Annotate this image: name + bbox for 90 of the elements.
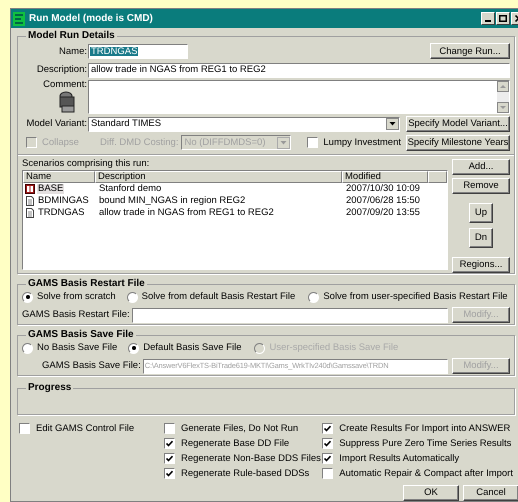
checkbox[interactable] (322, 423, 334, 434)
check-icon (324, 455, 332, 462)
up-button[interactable]: Up (469, 203, 493, 224)
description-field[interactable]: allow trade in NGAS from REG1 to REG2 (88, 62, 510, 78)
regions-button[interactable]: Regions... (452, 257, 510, 274)
checkbox[interactable] (164, 453, 175, 464)
checkbox[interactable] (307, 137, 318, 148)
field-label: GAMS Basis Save File: (41, 361, 141, 371)
check-icon (324, 440, 332, 447)
radio-label: Solve from scratch (37, 292, 116, 302)
table-cell-text: Stanford demo (98, 184, 162, 194)
group-title: Progress (26, 383, 74, 393)
field-label: Model Variant: (25, 119, 88, 129)
change-run-button[interactable]: Change Run... (430, 43, 510, 60)
cancel-button[interactable]: Cancel (463, 485, 518, 501)
table-cell-text: bound MIN_NGAS in region REG2 (98, 196, 246, 206)
down-button[interactable]: Dn (469, 228, 493, 248)
name-field[interactable]: TRDNGAS (88, 44, 188, 59)
checkbox-label: Import Results Automatically (339, 454, 460, 464)
checkbox-label: Collapse (42, 138, 79, 148)
file-path-field[interactable] (132, 308, 448, 322)
scrollbar[interactable] (497, 81, 509, 113)
document-icon (25, 196, 35, 206)
table-cell[interactable]: BASE (37, 184, 64, 194)
group-title: GAMS Basis Save File (26, 330, 136, 340)
field-label: Diff. DMD Costing: (100, 138, 178, 148)
column-header[interactable]: Modified (342, 171, 428, 184)
radio-label: Solve from default Basis Restart File (142, 292, 296, 302)
scroll-up-icon (497, 81, 509, 92)
specify-model-variant-button[interactable]: Specify Model Variant... (406, 116, 510, 132)
radio-button[interactable] (128, 342, 140, 354)
field-label: GAMS Basis Restart File: (22, 310, 130, 320)
checkbox-label: Suppress Pure Zero Time Series Results (339, 438, 512, 448)
checkbox-label: Create Results For Import into ANSWER (339, 424, 510, 434)
book-icon (25, 184, 35, 194)
specify-milestone-years-button[interactable]: Specify Milestone Years (406, 134, 510, 151)
minimize-button[interactable] (481, 12, 495, 25)
checkbox-label: Regenerate Rule-based DDSs (180, 468, 310, 478)
checkbox[interactable] (164, 468, 175, 479)
radio-button[interactable] (22, 292, 33, 302)
table-cell-text: 2007/10/30 10:09 (345, 184, 421, 194)
table-cell-text: 2007/09/20 13:55 (345, 208, 421, 218)
checkbox[interactable] (322, 468, 334, 479)
maximize-icon (499, 15, 507, 22)
scroll-down-icon (497, 102, 509, 113)
checkbox-label: Edit GAMS Control File (36, 424, 134, 434)
radio-button[interactable] (22, 342, 33, 354)
check-icon (166, 470, 173, 477)
radio-label: No Basis Save File (37, 343, 118, 353)
group-title: Model Run Details (26, 31, 117, 41)
checkbox[interactable] (164, 438, 175, 449)
table-cell-text: 2007/06/28 15:50 (345, 196, 421, 206)
table-cell-text: allow trade in NGAS from REG1 to REG2 (98, 208, 275, 218)
remove-button[interactable]: Remove (452, 178, 510, 194)
column-header[interactable]: Description (95, 171, 342, 184)
selected-text: TRDNGAS (90, 46, 138, 56)
check-icon (166, 440, 173, 447)
radio-button[interactable] (126, 292, 138, 302)
window-title: Run Model (mode is CMD) (29, 14, 154, 24)
comment-field[interactable] (88, 80, 510, 114)
checkbox[interactable] (322, 453, 334, 464)
minimize-icon (485, 20, 491, 22)
radio-label: Solve from user-specified Basis Restart File (323, 292, 508, 302)
radio-label: Default Basis Save File (143, 343, 242, 353)
maximize-button[interactable] (496, 12, 510, 25)
column-header[interactable]: Name (23, 171, 95, 184)
field-label: Description: (36, 65, 88, 75)
check-icon (166, 455, 173, 462)
group-title: GAMS Basis Restart File (26, 279, 147, 289)
checkbox[interactable] (19, 423, 30, 434)
field-label: Name: (58, 46, 88, 56)
ok-button[interactable]: OK (403, 485, 459, 501)
checkbox[interactable] (164, 423, 175, 434)
checkbox-label: Lumpy Investment (323, 138, 401, 148)
checkbox-label: Regenerate Non-Base DDS Files (180, 454, 321, 464)
app-icon (13, 12, 25, 26)
model-variant-dropdown[interactable]: Standard TIMES (88, 116, 400, 132)
list-label: Scenarios comprising this run: (22, 159, 150, 170)
checkbox-label: Automatic Repair & Compact after Import (339, 468, 513, 478)
check-icon (324, 425, 332, 432)
add-button[interactable]: Add... (452, 159, 510, 176)
machine-icon (57, 90, 77, 113)
table-cell[interactable]: BDMINGAS (37, 196, 90, 206)
checkbox-label: Generate Files, Do Not Run (180, 424, 298, 434)
field-label: Comment: (43, 80, 87, 90)
table-cell[interactable]: TRDNGAS (37, 208, 86, 218)
checkbox[interactable] (322, 438, 334, 449)
checkbox-label: Regenerate Base DD File (180, 438, 290, 448)
document-icon (25, 208, 35, 218)
radio-button[interactable] (308, 292, 320, 302)
